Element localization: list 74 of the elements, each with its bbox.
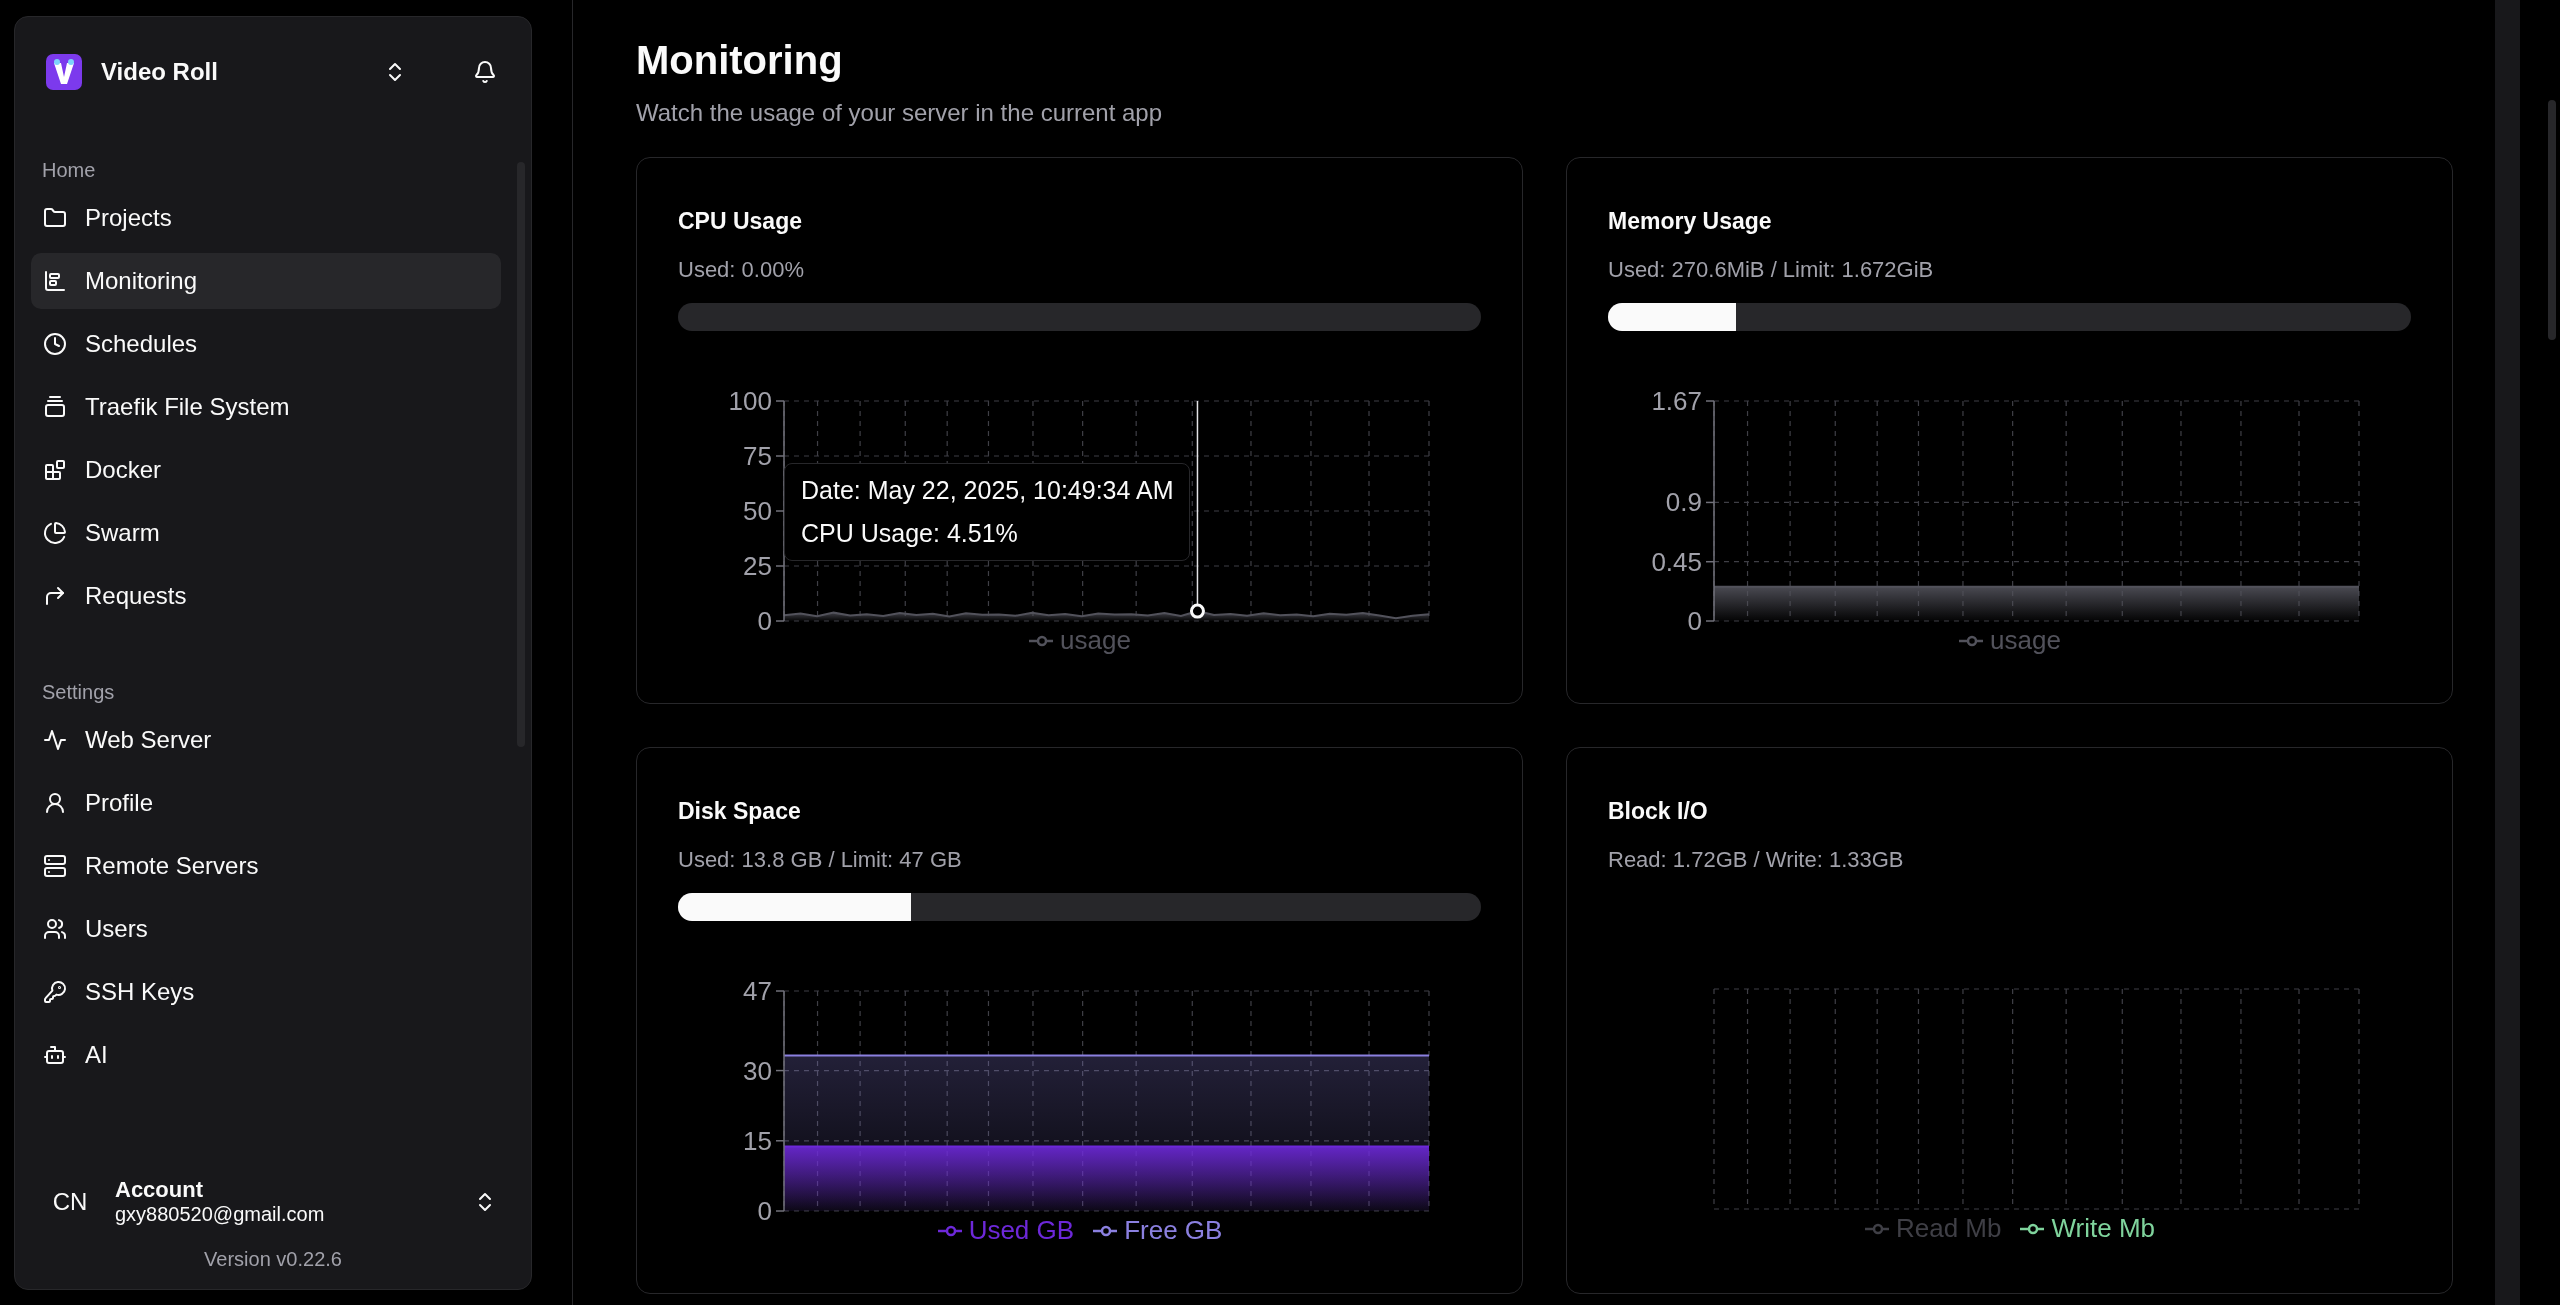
legend-label: Free GB	[1124, 1215, 1223, 1246]
nav-item[interactable]: Profile	[31, 775, 501, 831]
legend-label: Used GB	[968, 1215, 1075, 1246]
nav-item[interactable]: Swarm	[31, 505, 501, 561]
account-email: gxy880520@gmail.com	[115, 1203, 326, 1226]
usage-reading: Used: 0.00%	[678, 257, 805, 283]
axis-label: 1.67	[1651, 386, 1702, 416]
bell-icon	[473, 60, 497, 84]
legend-line-icon	[1028, 633, 1055, 648]
account-name: Account	[115, 1177, 204, 1203]
axis-label: 100	[728, 386, 772, 416]
pulse-icon	[43, 728, 67, 752]
nav-item[interactable]: Requests	[31, 568, 501, 624]
nav-item[interactable]: SSH Keys	[31, 964, 501, 1020]
data-point	[1189, 603, 1205, 619]
tooltip-text: CPU Usage: 4.51%	[801, 519, 1019, 548]
nav-item[interactable]: AI	[31, 1027, 501, 1083]
server-icon	[43, 854, 67, 878]
app-name: Video Roll	[101, 58, 219, 86]
tooltip-text: Date: May 22, 2025, 10:49:34 AM	[801, 476, 1174, 505]
axis-label: 0	[757, 1196, 772, 1226]
card-title: Block I/O	[1608, 798, 1709, 825]
scrollbar[interactable]	[2548, 100, 2556, 340]
axis-label: 47	[743, 976, 772, 1006]
user-icon	[43, 791, 67, 815]
nav-item[interactable]: Docker	[31, 442, 501, 498]
axis-label: 0.9	[1665, 487, 1702, 518]
usage-reading: Used: 13.8 GB / Limit: 47 GB	[678, 847, 963, 873]
legend-label: usage	[1060, 625, 1131, 656]
axis-label: 0	[757, 606, 772, 636]
nav-item[interactable]: Users	[31, 901, 501, 957]
nav-item[interactable]: Web Server	[31, 712, 501, 768]
legend-line-icon	[1864, 1221, 1890, 1236]
axis-label: 15	[743, 1125, 772, 1156]
usage-reading: Read: 1.72GB / Write: 1.33GB	[1608, 847, 1905, 873]
axis-label: 75	[743, 441, 772, 471]
legend-label: Write Mb	[2051, 1213, 2155, 1244]
stack-icon	[43, 395, 67, 419]
arrow-icon	[43, 584, 67, 608]
folder-icon	[43, 206, 67, 230]
legend-label: Read Mb	[1896, 1213, 2002, 1244]
nav-item[interactable]: Projects	[31, 190, 501, 246]
usage-reading: Used: 270.6MiB / Limit: 1.672GiB	[1608, 257, 1935, 283]
page-subtitle: Watch the usage of your server in the current app	[636, 99, 1164, 127]
legend-line-icon	[1092, 1223, 1119, 1238]
section-label: Home	[41, 158, 97, 183]
clock-icon	[43, 332, 67, 356]
card-title: Memory Usage	[1608, 208, 1773, 235]
section-label: Settings	[41, 680, 116, 705]
key-icon	[43, 980, 67, 1004]
nav-item[interactable]: Traefik File System	[31, 379, 501, 435]
legend-line-icon	[2019, 1221, 2046, 1236]
legend-label: usage	[1990, 625, 2061, 656]
nav-item[interactable]: Remote Servers	[31, 838, 501, 894]
nav-item[interactable]: Monitoring	[31, 253, 501, 309]
robot-icon	[43, 1043, 67, 1067]
logo-icon	[45, 53, 83, 91]
card-title: Disk Space	[678, 798, 802, 825]
axis-label: 50	[743, 496, 772, 526]
axis-label: 0	[1687, 606, 1702, 636]
page-title: Monitoring	[636, 38, 844, 83]
axis-label: 30	[743, 1055, 772, 1086]
card-title: CPU Usage	[678, 208, 803, 235]
legend-line-icon	[936, 1223, 963, 1238]
users-icon	[43, 917, 67, 941]
legend-line-icon	[1958, 633, 1985, 648]
blocks-icon	[43, 458, 67, 482]
version-text: Version v0.22.6	[203, 1247, 343, 1272]
axis-label: 25	[743, 551, 772, 581]
avatar-initials: CN	[51, 1187, 89, 1216]
chart-icon	[43, 269, 67, 293]
axis-label: 0.45	[1651, 546, 1702, 577]
nav-item[interactable]: Schedules	[31, 316, 501, 372]
pie-chart-icon	[43, 521, 67, 545]
